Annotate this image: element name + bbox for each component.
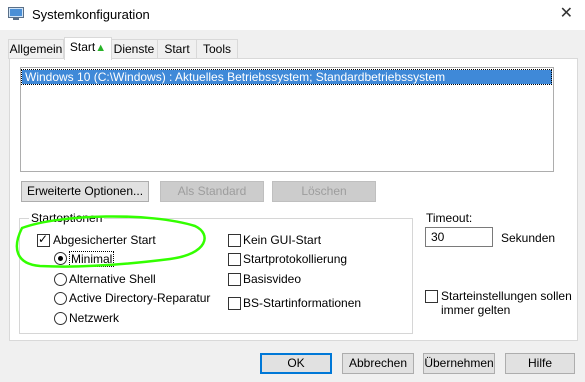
alternative-shell-label: Alternative Shell	[69, 272, 156, 286]
tab-startup[interactable]: Start	[157, 39, 197, 59]
cancel-button[interactable]: Abbrechen	[342, 353, 414, 374]
set-default-button[interactable]: Als Standard	[160, 181, 264, 202]
os-list-item[interactable]: Windows 10 (C:\Windows) : Aktuelles Betr…	[22, 70, 552, 84]
timeout-unit-label: Sekunden	[501, 231, 556, 245]
checkmark-icon: ✓	[38, 232, 49, 246]
tab-boot[interactable]: Start▲	[64, 37, 112, 60]
tab-label: Start	[69, 40, 96, 54]
os-listbox[interactable]: Windows 10 (C:\Windows) : Aktuelles Betr…	[20, 67, 554, 172]
base-video-checkbox[interactable]	[228, 273, 241, 286]
advanced-options-button[interactable]: Erweiterte Optionen...	[21, 181, 149, 202]
tab-general[interactable]: Allgemein	[8, 39, 64, 59]
no-gui-boot-label: Kein GUI-Start	[243, 233, 322, 247]
ad-repair-radio[interactable]	[54, 292, 67, 305]
minimal-label: Minimal	[69, 251, 115, 267]
no-gui-boot-checkbox[interactable]	[228, 234, 241, 247]
apply-button[interactable]: Übernehmen	[423, 353, 495, 374]
os-boot-info-label: BS-Startinformationen	[243, 296, 362, 310]
boot-log-label: Startprotokollierung	[243, 252, 348, 266]
tab-label: Dienste	[113, 42, 155, 56]
system-config-icon	[8, 7, 24, 20]
timeout-label: Timeout:	[426, 211, 473, 225]
timeout-input[interactable]: 30	[425, 227, 493, 247]
safe-boot-checkbox[interactable]: ✓	[37, 232, 50, 247]
window-title: Systemkonfiguration	[32, 7, 150, 22]
minimal-radio[interactable]	[54, 252, 67, 265]
tab-label: Tools	[202, 42, 231, 56]
tab-label: Allgemein	[9, 42, 63, 56]
tab-tools[interactable]: Tools	[196, 39, 238, 59]
close-icon[interactable]: ✕	[560, 3, 573, 23]
boot-log-checkbox[interactable]	[228, 253, 241, 266]
alternative-shell-radio[interactable]	[54, 273, 67, 286]
make-permanent-label-line1: Starteinstellungen sollen	[441, 289, 572, 303]
help-button[interactable]: Hilfe	[505, 353, 575, 374]
make-permanent-checkbox[interactable]	[425, 290, 438, 303]
safe-boot-label: Abgesicherter Start	[53, 233, 156, 247]
network-label: Netzwerk	[69, 311, 120, 325]
network-radio[interactable]	[54, 312, 67, 325]
make-permanent-label-line2: immer gelten	[441, 303, 511, 317]
ad-repair-label: Active Directory-Reparatur	[69, 291, 211, 305]
tab-services[interactable]: Dienste	[110, 39, 158, 59]
os-boot-info-checkbox[interactable]	[228, 297, 241, 310]
base-video-label: Basisvideo	[243, 272, 302, 286]
delete-button[interactable]: Löschen	[272, 181, 376, 202]
cursor-arrow-icon: ▲	[95, 42, 107, 54]
ok-button[interactable]: OK	[260, 353, 332, 374]
tab-label: Start	[164, 42, 190, 56]
radio-dot-icon	[58, 256, 63, 261]
boot-options-title: Startoptionen	[29, 211, 105, 225]
